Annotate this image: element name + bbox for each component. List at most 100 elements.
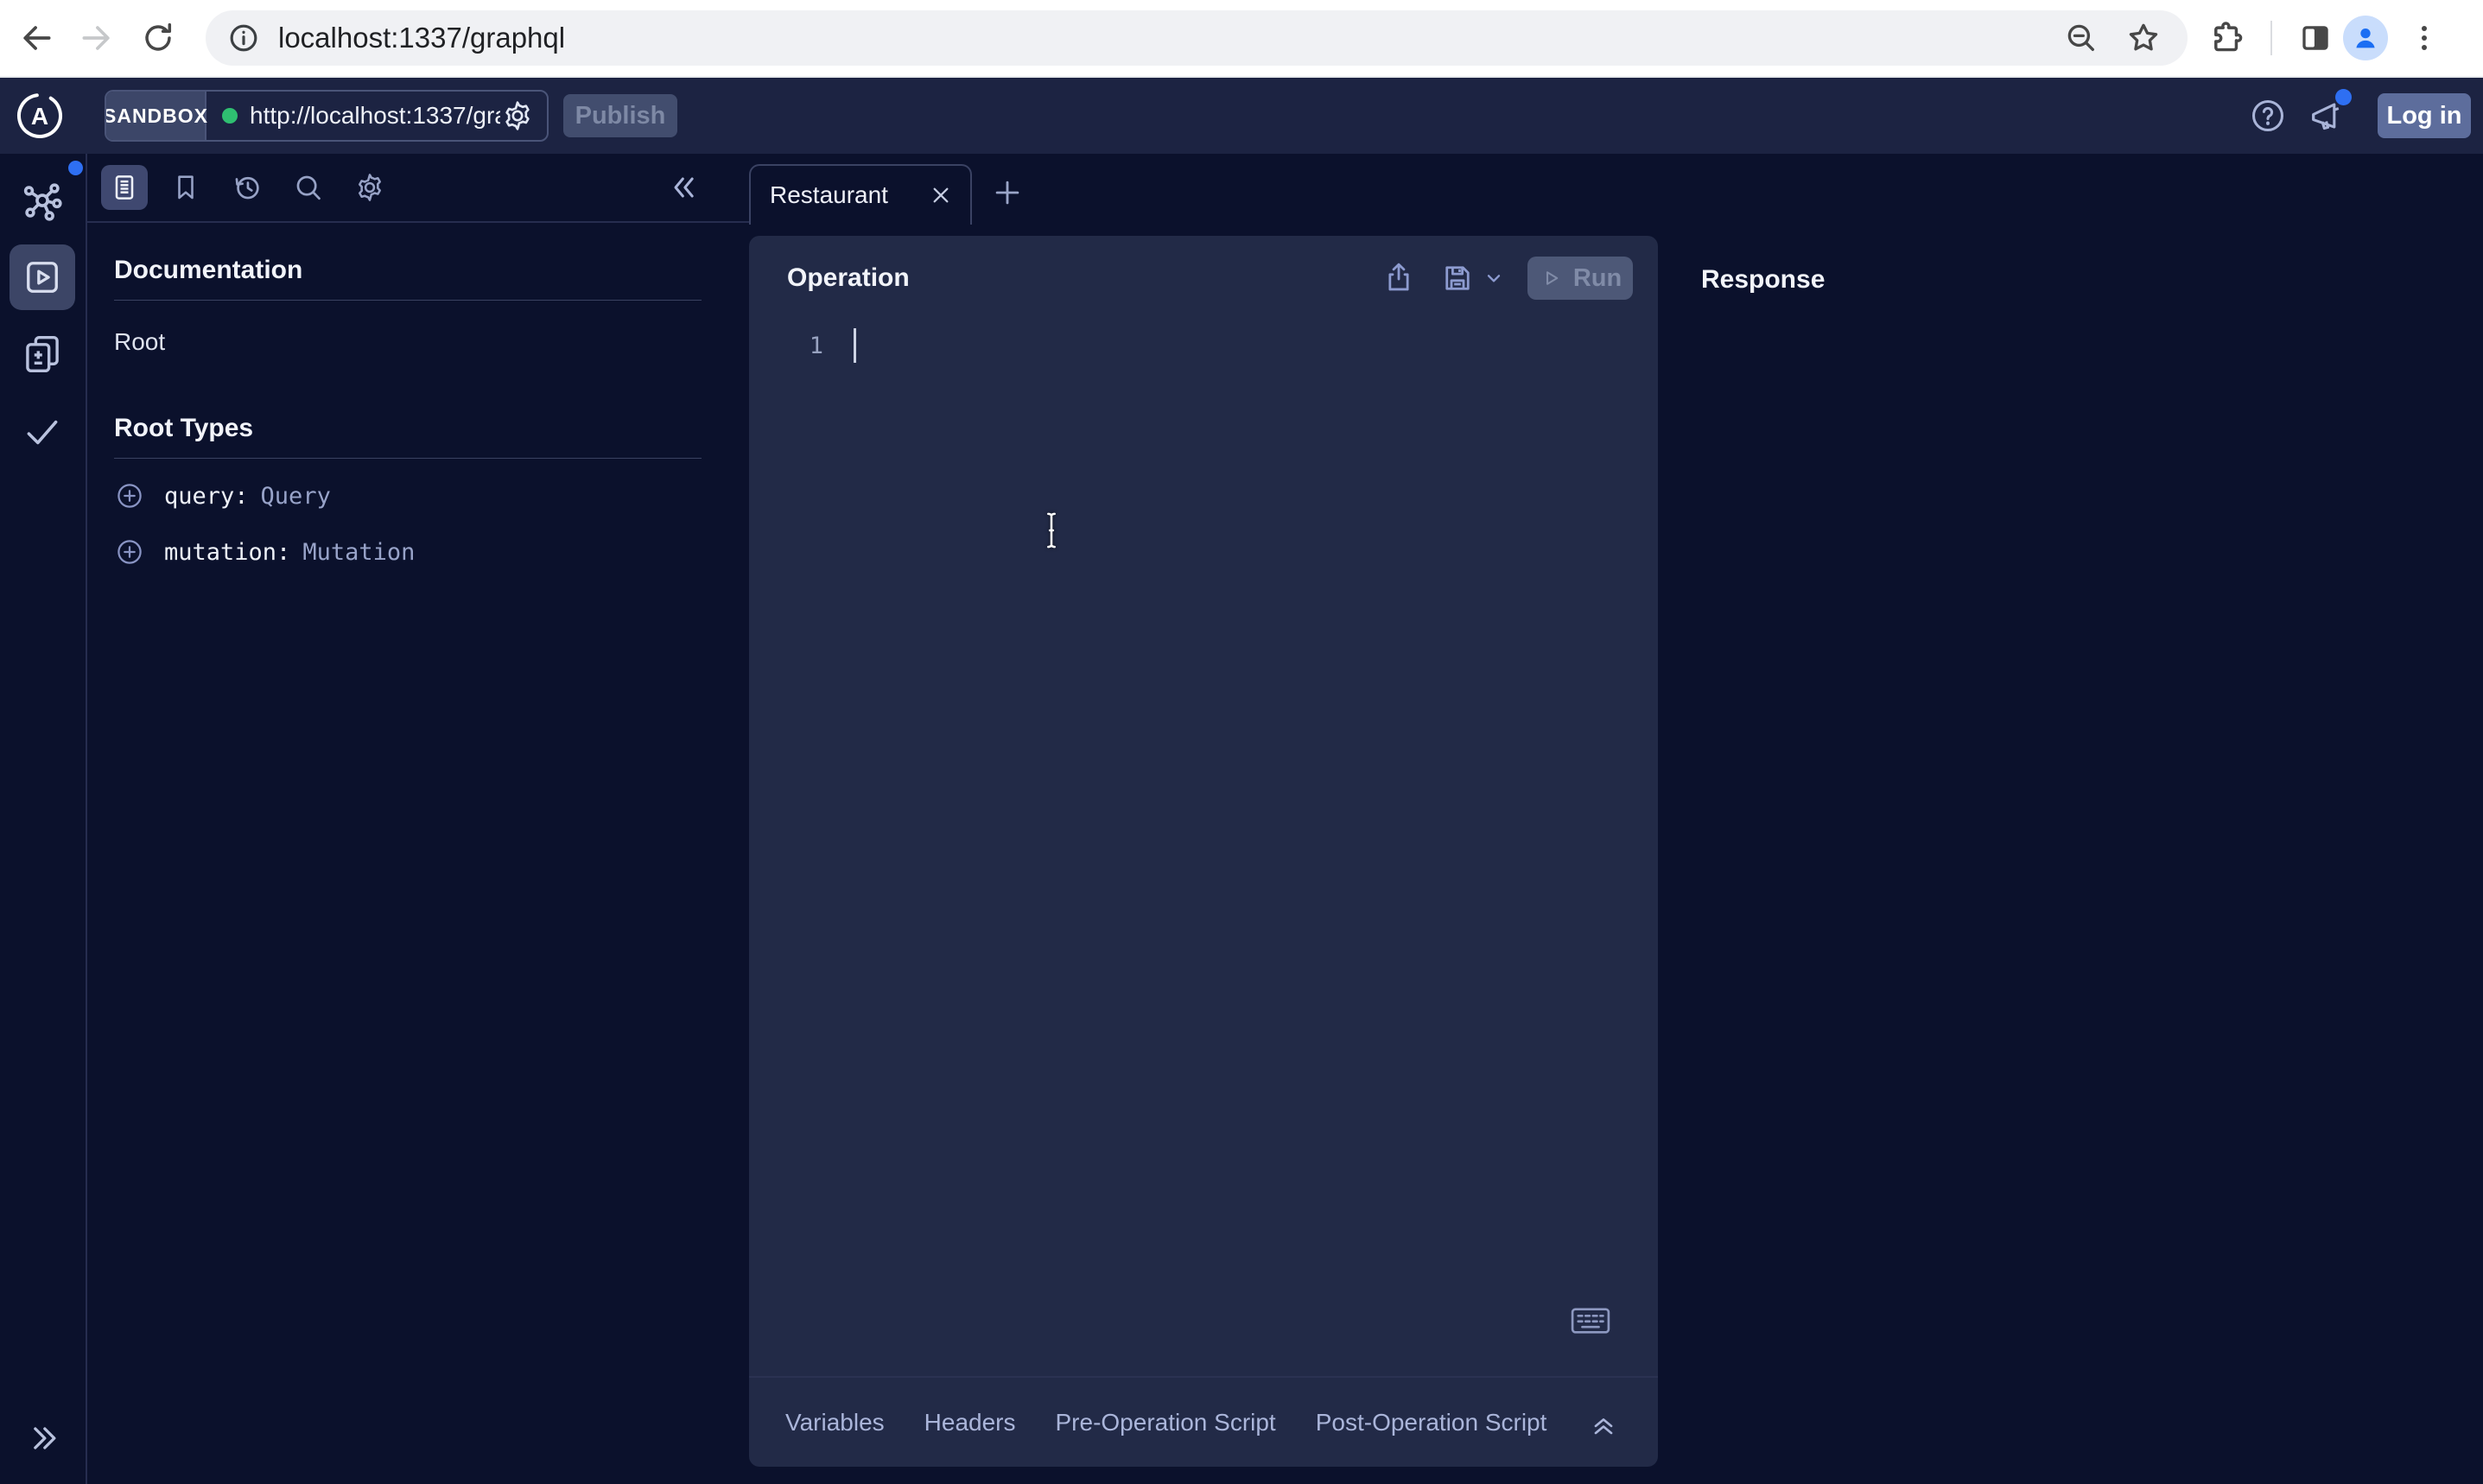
close-tab-button[interactable] (927, 181, 955, 209)
field-type-link[interactable]: Query (261, 483, 331, 510)
svg-text:A: A (31, 103, 48, 130)
search-button[interactable] (285, 165, 332, 210)
expand-right-icon (24, 1419, 62, 1457)
response-title: Response (1701, 265, 2483, 295)
endpoint-field[interactable]: http://localhost:1337/gra... (206, 92, 547, 140)
chevrons-up-icon (1588, 1407, 1619, 1438)
connection-status-dot (222, 108, 238, 124)
person-icon (2351, 23, 2380, 53)
root-type-row-query[interactable]: query: Query (114, 477, 749, 515)
side-panel-icon (2296, 19, 2334, 57)
url-text[interactable]: localhost:1337/graphql (278, 22, 565, 54)
info-icon[interactable] (226, 21, 261, 55)
profile-avatar[interactable] (2343, 16, 2388, 60)
run-label: Run (1573, 264, 1622, 293)
bookmark-star-icon[interactable] (2125, 20, 2162, 56)
keyboard-icon (1569, 1304, 1612, 1337)
toolbar-divider (2270, 21, 2272, 55)
explorer-settings-button[interactable] (346, 165, 393, 210)
explorer-icon (21, 256, 64, 299)
operation-title: Operation (787, 263, 910, 293)
search-icon (292, 171, 325, 204)
field-name[interactable]: query: (164, 483, 249, 510)
docs-title: Documentation (114, 256, 749, 285)
back-icon (17, 19, 55, 57)
saved-operations-button[interactable] (162, 165, 209, 210)
keyboard-shortcuts-button[interactable] (1569, 1304, 1612, 1337)
share-button[interactable] (1381, 260, 1417, 296)
operation-editor[interactable] (879, 328, 1641, 1278)
footer-tab-headers[interactable]: Headers (924, 1409, 1016, 1436)
back-button[interactable] (17, 19, 55, 57)
checklist-icon (21, 409, 64, 453)
save-icon (1439, 260, 1476, 296)
apollo-logo[interactable]: A (16, 92, 64, 140)
editor-caret (854, 328, 856, 363)
nav-checks[interactable] (21, 409, 64, 453)
tab-label: Restaurant (770, 181, 888, 209)
root-types-divider (114, 458, 702, 459)
circle-plus-icon[interactable] (114, 536, 145, 568)
nav-explorer-active[interactable] (10, 244, 75, 310)
gear-icon[interactable] (500, 98, 535, 133)
announcement-badge (2335, 89, 2352, 105)
save-options-button[interactable] (1483, 267, 1505, 289)
documentation-panel: Documentation Root Root Types query: Que… (87, 223, 749, 1484)
url-bar[interactable]: localhost:1337/graphql (206, 10, 2188, 66)
docs-tab-button[interactable] (101, 165, 148, 210)
expand-rail-button[interactable] (24, 1419, 62, 1457)
graph-icon (17, 177, 67, 227)
side-panel-button[interactable] (2296, 19, 2334, 57)
close-icon (927, 181, 955, 209)
zoom-out-icon[interactable] (2063, 20, 2099, 56)
share-icon (1381, 260, 1417, 296)
nav-schema[interactable] (17, 177, 67, 227)
add-tab-button[interactable] (991, 176, 1024, 209)
operation-tab-restaurant[interactable]: Restaurant (749, 164, 972, 225)
editor-line-number: 1 (784, 328, 823, 365)
apollo-logo-icon: A (16, 92, 64, 140)
browser-menu-button[interactable] (2407, 21, 2442, 55)
docs-toolbar (87, 154, 749, 223)
root-type-row-mutation[interactable]: mutation: Mutation (114, 533, 749, 571)
forward-icon (78, 19, 116, 57)
response-panel: Response (1658, 223, 2483, 1484)
history-icon (231, 171, 264, 204)
text-cursor (1039, 511, 1064, 550)
publish-button[interactable]: Publish (563, 94, 677, 137)
apollo-toolbar: A SANDBOX http://localhost:1337/gra... P… (0, 78, 2483, 154)
chevron-down-icon (1483, 267, 1505, 289)
nav-changelog[interactable] (19, 331, 66, 377)
bookmark-icon (170, 172, 201, 203)
help-button[interactable] (2248, 96, 2288, 136)
browser-toolbar: localhost:1337/graphql (0, 0, 2483, 78)
login-button[interactable]: Log in (2378, 93, 2471, 138)
help-icon (2248, 96, 2288, 136)
collapse-left-icon (667, 170, 702, 205)
reload-button[interactable] (140, 20, 176, 56)
circle-plus-icon[interactable] (114, 480, 145, 511)
forward-button[interactable] (78, 19, 116, 57)
endpoint-url[interactable]: http://localhost:1337/gra... (250, 102, 500, 130)
operation-panel: Operation Run 1 Variables Headers (749, 236, 1658, 1467)
menu-kebab-icon (2407, 21, 2442, 55)
footer-tab-pre-operation-script[interactable]: Pre-Operation Script (1056, 1409, 1276, 1436)
schema-notification-dot (68, 161, 83, 175)
save-button[interactable] (1439, 260, 1476, 296)
field-type-link[interactable]: Mutation (302, 539, 415, 566)
footer-tab-post-operation-script[interactable]: Post-Operation Script (1316, 1409, 1547, 1436)
field-name[interactable]: mutation: (164, 539, 290, 566)
extensions-icon (2208, 19, 2246, 57)
expand-footer-button[interactable] (1588, 1407, 1619, 1438)
run-button[interactable]: Run (1527, 257, 1633, 300)
screen: localhost:1337/graphql A SANDBOX (0, 0, 2483, 1484)
settings-gear-icon (353, 171, 386, 204)
extensions-button[interactable] (2208, 19, 2246, 57)
diff-icon (19, 331, 66, 377)
collapse-docs-button[interactable] (661, 165, 708, 210)
announcements-button[interactable] (2307, 96, 2346, 136)
footer-tab-variables[interactable]: Variables (785, 1409, 885, 1436)
history-button[interactable] (224, 165, 270, 210)
docs-root-breadcrumb: Root (114, 328, 749, 356)
left-nav-rail (0, 154, 87, 1484)
